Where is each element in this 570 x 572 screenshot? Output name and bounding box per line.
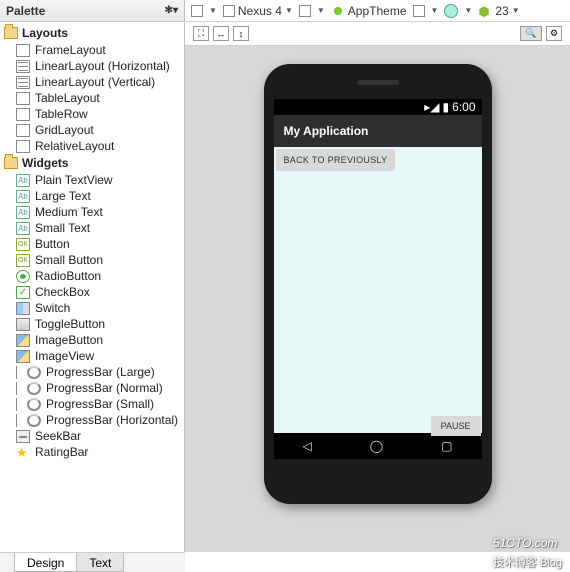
theme-selector[interactable]: AppTheme — [331, 4, 407, 18]
app-bar: My Application — [274, 115, 482, 147]
palette-item[interactable]: ImageView — [0, 348, 184, 364]
palette-item[interactable]: ProgressBar (Small) — [0, 396, 184, 412]
palette-item[interactable]: Small Button — [0, 252, 184, 268]
device-selector[interactable]: Nexus 4▼ — [223, 4, 293, 18]
button-icon — [16, 254, 30, 267]
device-icon — [223, 5, 235, 17]
locale-icon[interactable] — [444, 4, 458, 18]
orientation-icon[interactable] — [191, 5, 203, 17]
palette-header: Palette ✻▾ — [0, 0, 184, 22]
resize-v-icon[interactable]: ↕ — [233, 26, 249, 41]
textview-icon — [16, 206, 30, 219]
check-icon — [16, 286, 30, 299]
palette-item[interactable]: ImageButton — [0, 332, 184, 348]
nav-recent-icon[interactable]: ▢ — [441, 439, 452, 453]
palette-item[interactable]: CheckBox — [0, 284, 184, 300]
layout-icon — [16, 140, 30, 153]
palette-item[interactable]: FrameLayout — [0, 42, 184, 58]
imagebutton-icon — [16, 334, 30, 347]
toggle-icon — [16, 318, 30, 331]
palette-item[interactable]: ProgressBar (Horizontal) — [0, 412, 184, 428]
folder-icon — [4, 157, 18, 169]
layout-icon — [16, 60, 30, 73]
textview-icon — [16, 190, 30, 203]
textview-icon — [16, 222, 30, 235]
battery-icon: ▮ — [443, 100, 450, 114]
api-selector[interactable]: ⬢23▼ — [478, 4, 519, 18]
zoom-button[interactable]: 🔍 — [520, 26, 542, 41]
folder-icon — [4, 27, 18, 39]
android-icon: ⬢ — [478, 4, 492, 18]
progress-icon — [27, 366, 41, 379]
imageview-icon — [16, 350, 30, 363]
palette-item[interactable]: Medium Text — [0, 204, 184, 220]
textview-icon — [16, 174, 30, 187]
view-toolbar: ⛶ ↔ ↕ 🔍 ⚙ — [185, 22, 570, 46]
viewport-icon[interactable]: ⛶ — [193, 26, 209, 41]
palette-item[interactable]: Plain TextView — [0, 172, 184, 188]
nav-back-icon[interactable]: ◁ — [302, 439, 311, 453]
rating-icon — [16, 446, 30, 459]
palette-item[interactable]: ProgressBar (Large) — [0, 364, 184, 380]
theme-icon — [331, 4, 345, 18]
signal-icon: ▸◢ — [424, 100, 439, 114]
app-body[interactable]: BACK TO PREVIOUSLY PAUSE — [274, 147, 482, 437]
palette-item[interactable]: ToggleButton — [0, 316, 184, 332]
gear-icon[interactable]: ✻▾ — [165, 5, 178, 16]
editor-tabs: Design Text — [0, 552, 185, 572]
config-toolbar: ▼ Nexus 4▼ ▼ AppTheme ▼ ▼ ⬢23▼ — [185, 0, 570, 22]
layout-icon — [16, 44, 30, 57]
palette-title: Palette — [6, 4, 45, 18]
progress-icon — [27, 398, 41, 411]
layout-icon[interactable] — [299, 5, 311, 17]
settings-icon[interactable]: ⚙ — [546, 26, 562, 41]
palette-item[interactable]: TableLayout — [0, 90, 184, 106]
radio-icon — [16, 270, 30, 283]
layout-icon — [16, 108, 30, 121]
palette-item[interactable]: ProgressBar (Normal) — [0, 380, 184, 396]
layout-icon — [16, 124, 30, 137]
palette-item[interactable]: RadioButton — [0, 268, 184, 284]
palette-item[interactable]: Small Text — [0, 220, 184, 236]
tab-text[interactable]: Text — [76, 553, 124, 572]
progress-icon — [27, 382, 41, 395]
layout-icon — [16, 76, 30, 89]
category-layouts[interactable]: Layouts — [0, 24, 184, 42]
palette-item[interactable]: RelativeLayout — [0, 138, 184, 154]
device-screen: ▸◢ ▮ 6:00 My Application BACK TO PREVIOU… — [274, 99, 482, 459]
palette-body: Layouts FrameLayout LinearLayout (Horizo… — [0, 22, 184, 552]
palette-panel: Palette ✻▾ Layouts FrameLayout LinearLay… — [0, 0, 185, 552]
activity-icon[interactable] — [413, 5, 425, 17]
app-title: My Application — [284, 124, 369, 138]
palette-item[interactable]: LinearLayout (Horizontal) — [0, 58, 184, 74]
layout-icon — [16, 92, 30, 105]
pause-button[interactable]: PAUSE — [431, 416, 481, 436]
device-frame: ▸◢ ▮ 6:00 My Application BACK TO PREVIOU… — [264, 64, 492, 504]
back-button[interactable]: BACK TO PREVIOUSLY — [276, 149, 396, 171]
status-bar: ▸◢ ▮ 6:00 — [274, 99, 482, 115]
palette-item[interactable]: GridLayout — [0, 122, 184, 138]
palette-item[interactable]: Switch — [0, 300, 184, 316]
palette-item[interactable]: SeekBar — [0, 428, 184, 444]
palette-item[interactable]: Large Text — [0, 188, 184, 204]
category-widgets[interactable]: Widgets — [0, 154, 184, 172]
button-icon — [16, 238, 30, 251]
nav-home-icon[interactable]: ◯ — [370, 439, 383, 453]
design-canvas[interactable]: ▸◢ ▮ 6:00 My Application BACK TO PREVIOU… — [185, 46, 570, 552]
palette-item[interactable]: TableRow — [0, 106, 184, 122]
progress-icon — [27, 414, 41, 427]
status-time: 6:00 — [452, 100, 475, 114]
palette-item[interactable]: RatingBar — [0, 444, 184, 460]
switch-icon — [16, 302, 30, 315]
resize-h-icon[interactable]: ↔ — [213, 26, 229, 41]
palette-item[interactable]: Button — [0, 236, 184, 252]
speaker-icon — [357, 80, 399, 85]
preview-panel: ▼ Nexus 4▼ ▼ AppTheme ▼ ▼ ⬢23▼ ⛶ ↔ ↕ 🔍 ⚙ — [185, 0, 570, 552]
palette-item[interactable]: LinearLayout (Vertical) — [0, 74, 184, 90]
seekbar-icon — [16, 430, 30, 443]
tab-design[interactable]: Design — [14, 553, 77, 572]
